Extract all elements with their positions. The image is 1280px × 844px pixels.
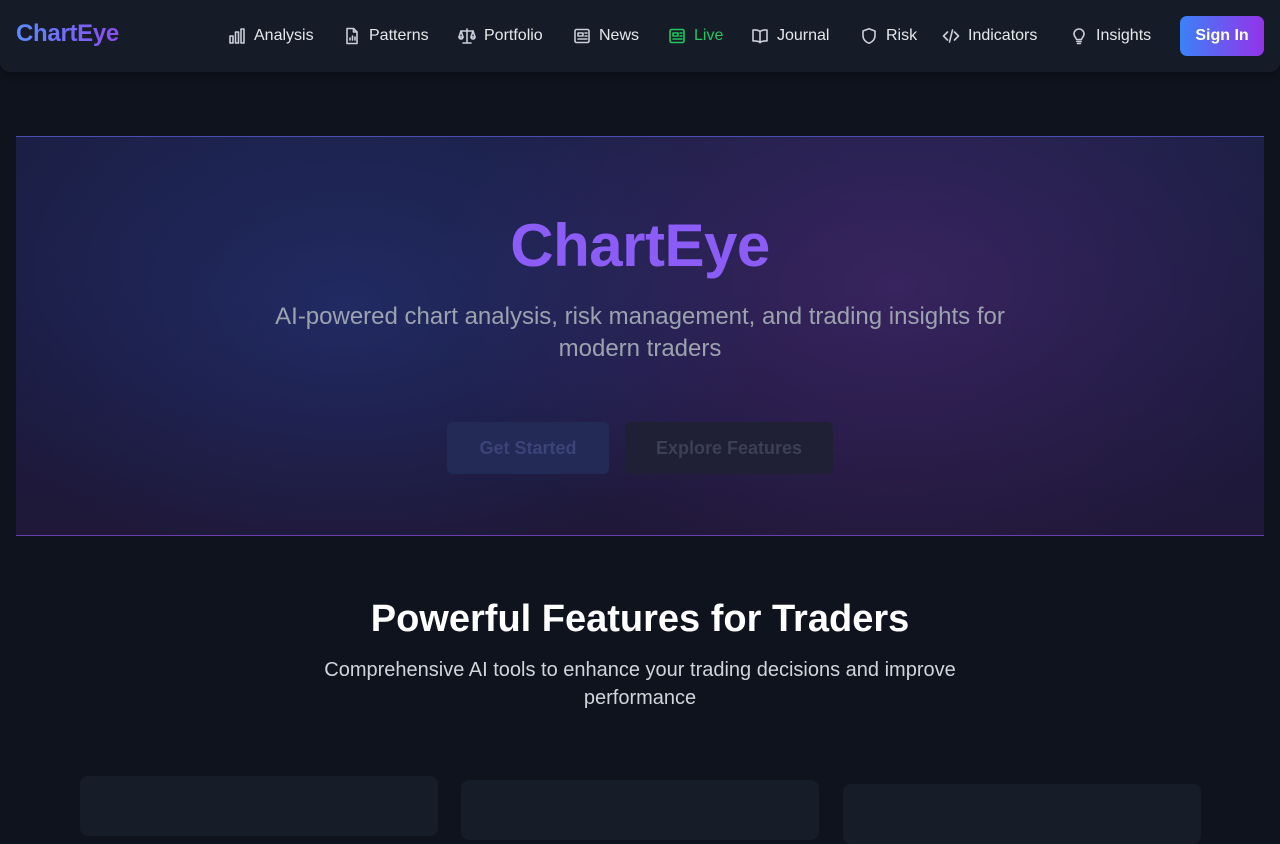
nav-item-label: Journal [777, 27, 830, 44]
nav-item-label: Analysis [254, 27, 314, 44]
shield-icon [862, 28, 876, 44]
get-started-button[interactable]: Get Started [447, 422, 609, 474]
feature-card[interactable] [843, 784, 1201, 844]
explore-features-button[interactable]: Explore Features [625, 422, 833, 474]
nav-item-label: Risk [886, 27, 918, 44]
nav-item-analysis[interactable]: Analysis [228, 24, 314, 48]
nav-item-journal[interactable]: Journal [751, 24, 829, 48]
nav-item-label: Insights [1096, 27, 1152, 44]
hero-subtitle: AI-powered chart analysis, risk manageme… [275, 303, 1005, 362]
features-subtitle: Comprehensive AI tools to enhance your t… [324, 659, 956, 709]
nav-item-live[interactable]: Live [668, 24, 723, 48]
sign-in-button[interactable]: Sign In [1180, 16, 1264, 56]
nav-item-indicators[interactable]: Indicators [942, 24, 1037, 48]
hero-section: ChartEye AI-powered chart analysis, risk… [16, 136, 1264, 536]
code-icon [942, 29, 960, 43]
nav-item-risk[interactable]: Risk [860, 24, 917, 48]
nav-item-label: Portfolio [484, 27, 543, 44]
file-chart-icon [346, 27, 358, 45]
nav-item-label: Patterns [369, 27, 429, 44]
nav-item-label: News [599, 27, 640, 44]
feature-card[interactable] [461, 780, 819, 840]
nav-item-portfolio[interactable]: Portfolio [458, 24, 543, 48]
top-navbar: ChartEye Analysis Patterns Portfolio New… [0, 0, 1280, 72]
nav-item-label: Live [694, 27, 724, 44]
nav-item-label: Indicators [968, 27, 1038, 44]
hero-title: ChartEye [510, 212, 770, 279]
bar-chart-icon [229, 28, 245, 44]
feature-card[interactable] [80, 776, 438, 836]
live-newspaper-icon [669, 28, 685, 44]
brand-logo[interactable]: ChartEye [16, 20, 119, 48]
nav-item-insights[interactable]: Insights [1070, 24, 1151, 48]
scale-icon [458, 28, 476, 44]
features-title: Powerful Features for Traders [370, 598, 910, 640]
nav-item-patterns[interactable]: Patterns [343, 24, 429, 48]
lightbulb-icon [1073, 28, 1085, 45]
book-icon [752, 29, 768, 44]
newspaper-icon [574, 28, 590, 44]
nav-item-news[interactable]: News [573, 24, 639, 48]
